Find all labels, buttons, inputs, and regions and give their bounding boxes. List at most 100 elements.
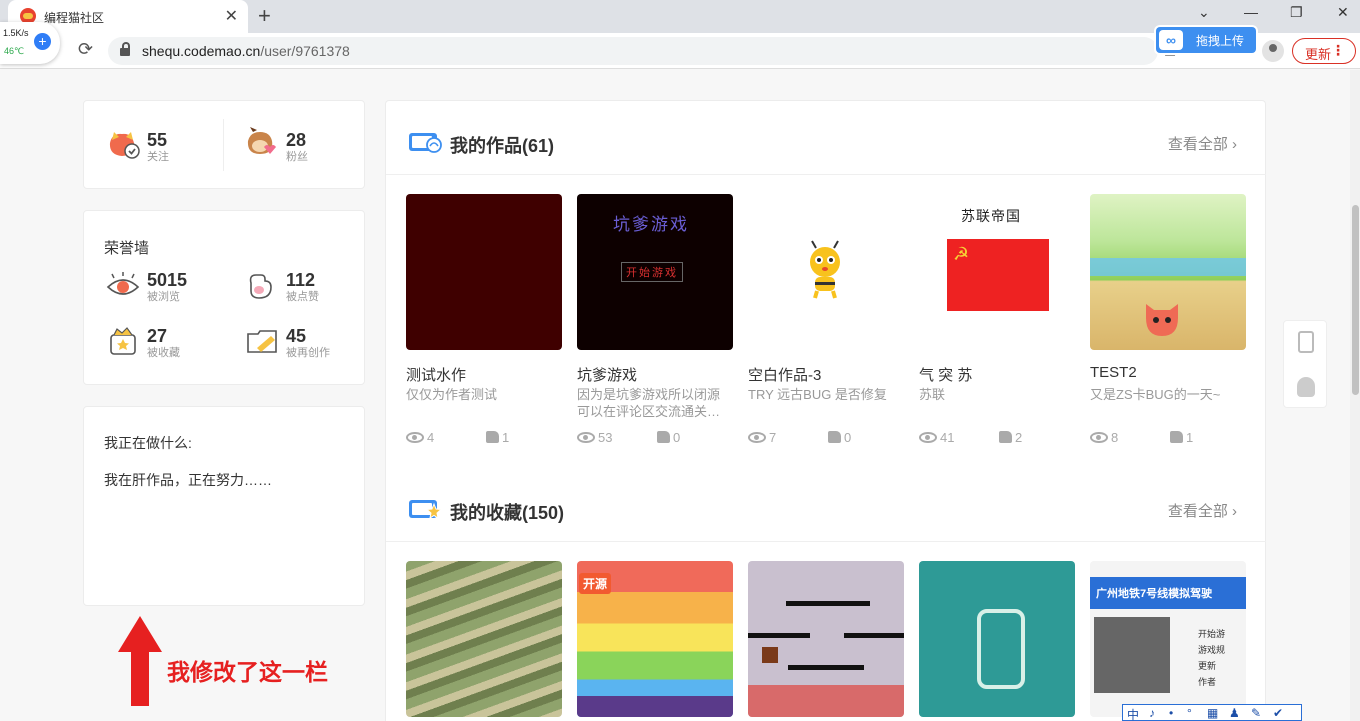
eye-icon <box>1090 432 1108 443</box>
works-section-title: 我的作品(61) <box>450 136 555 156</box>
lock-icon <box>120 42 130 56</box>
thumbs-up-icon <box>828 431 841 443</box>
work-card[interactable]: 空白作品-3 TRY 远古BUG 是否修复 7 0 <box>748 194 904 445</box>
accelerate-plus-icon[interactable]: + <box>34 33 51 50</box>
qq-penguin-icon[interactable] <box>1297 377 1315 397</box>
follow-cat-icon <box>109 132 140 159</box>
work-thumbnail[interactable] <box>406 194 562 350</box>
red-up-arrow-icon <box>118 616 162 706</box>
drag-upload-button[interactable]: ∞ 拖拽上传 <box>1156 27 1256 53</box>
work-title[interactable]: 空白作品-3 <box>748 364 821 385</box>
ime-toolbar[interactable]: 中 ♪ • ° ▦ ♟ ✎ ✔ <box>1122 704 1302 721</box>
works-view-all-link[interactable]: 查看全部 › <box>1168 133 1237 154</box>
favorites-section-title: 我的收藏(150) <box>450 503 565 523</box>
doing-text: 我在肝作品，正在努力…… <box>104 472 272 488</box>
doing-title: 我正在做什么: <box>104 435 192 451</box>
close-tab-icon[interactable]: ✕ <box>225 6 238 26</box>
thumbs-up-icon <box>1170 431 1183 443</box>
eye-icon <box>577 432 595 443</box>
views-eye-icon <box>106 272 140 295</box>
new-tab-button[interactable]: + <box>258 3 271 29</box>
thumbs-up-icon <box>999 431 1012 443</box>
work-card[interactable]: 苏联帝国 ☭ 气 突 苏 苏联 41 2 <box>919 194 1075 445</box>
favorite-thumbnail[interactable] <box>406 561 562 717</box>
annotation-text: 我修改了这一栏 <box>167 659 328 685</box>
work-desc: 因为是坑爹游戏所以闭源 可以在评论区交流通关… <box>577 387 721 419</box>
views-label: 被浏览 <box>147 291 180 303</box>
work-thumbnail[interactable] <box>748 194 904 350</box>
collect-box-icon <box>110 327 136 355</box>
cpu-temp: 46℃ <box>4 46 25 56</box>
work-desc: TRY 远古BUG 是否修复 <box>748 387 887 402</box>
url-text: shequ.codemao.cn/user/9761378 <box>142 43 350 59</box>
favorites-folder-icon <box>409 500 442 520</box>
likes-label: 被点赞 <box>286 291 319 303</box>
favorites-view-all-link[interactable]: 查看全部 › <box>1168 500 1237 521</box>
profile-avatar-icon[interactable] <box>1262 40 1284 62</box>
more-menu-icon: ⋮ <box>1331 42 1345 58</box>
address-bar[interactable]: shequ.codemao.cn/user/9761378 <box>108 37 1158 65</box>
work-card[interactable]: 测试水作 仅仅为作者测试 4 1 <box>406 194 562 445</box>
work-desc: 仅仅为作者测试 <box>406 387 498 402</box>
work-likes[interactable]: 1 <box>486 430 509 445</box>
work-title[interactable]: TEST2 <box>1090 364 1137 381</box>
bee-mascot-icon <box>810 240 840 299</box>
mobile-phone-icon[interactable] <box>1298 331 1314 353</box>
work-views: 53 <box>577 430 612 445</box>
hammer-sickle-icon: ☭ <box>953 244 970 264</box>
work-views: 7 <box>748 430 776 445</box>
work-views: 8 <box>1090 430 1118 445</box>
work-thumbnail[interactable]: 苏联帝国 ☭ <box>919 194 1075 350</box>
fans-label: 粉丝 <box>286 151 308 163</box>
work-thumbnail[interactable]: 坑爹游戏 开始游戏 <box>577 194 733 350</box>
works-header-divider <box>386 174 1266 175</box>
tab-title: 编程猫社区 <box>44 11 105 25</box>
tab-search-chevron-icon[interactable]: ⌄ <box>1198 4 1210 21</box>
works-folder-icon <box>409 133 442 153</box>
work-likes[interactable]: 2 <box>999 430 1022 445</box>
work-card[interactable]: TEST2 又是ZS卡BUG的一天~ 8 1 <box>1090 194 1246 445</box>
main-panel: 我的作品(61) 查看全部 › 测试水作 仅仅为作者测试 4 1 坑爹游戏 开始… <box>385 100 1266 721</box>
work-title[interactable]: 气 突 苏 <box>919 364 972 385</box>
work-desc: 苏联 <box>919 387 946 402</box>
work-title[interactable]: 测试水作 <box>406 364 466 385</box>
fans-dog-icon <box>247 127 276 154</box>
honor-wall-title: 荣誉墙 <box>104 240 150 257</box>
favorite-thumbnail[interactable]: 开源 <box>577 561 733 717</box>
favorite-thumbnail[interactable] <box>748 561 904 717</box>
honor-wall-card: 荣誉墙 5015 被浏览 112 被点赞 27 被收藏 45 被再创作 <box>83 210 365 385</box>
work-likes[interactable]: 0 <box>657 430 680 445</box>
thumbs-up-icon <box>657 431 670 443</box>
favorites-header-divider <box>386 541 1266 542</box>
cloud-upload-icon: ∞ <box>1159 30 1183 50</box>
recreate-label: 被再创作 <box>286 347 330 359</box>
collect-label: 被收藏 <box>147 347 180 359</box>
work-card[interactable]: 坑爹游戏 开始游戏 坑爹游戏 因为是坑爹游戏所以闭源 可以在评论区交流通关… 5… <box>577 194 733 445</box>
likes-paw-icon <box>249 274 272 299</box>
eye-icon <box>748 432 766 443</box>
network-monitor-widget[interactable]: 1.5K/s 46℃ + <box>0 22 60 64</box>
work-likes[interactable]: 0 <box>828 430 851 445</box>
page-scrollbar[interactable] <box>1350 70 1360 721</box>
eye-icon <box>919 432 937 443</box>
restore-button[interactable]: ❐ <box>1290 4 1303 21</box>
doing-card: 我正在做什么: 我在肝作品，正在努力…… <box>83 406 365 606</box>
work-likes[interactable]: 1 <box>1170 430 1193 445</box>
cat-mascot-icon <box>1146 304 1178 336</box>
work-views: 41 <box>919 430 954 445</box>
reload-icon[interactable]: ⟳ <box>78 39 93 60</box>
work-desc: 又是ZS卡BUG的一天~ <box>1090 387 1221 402</box>
favorite-thumbnail[interactable]: 广州地铁7号线模拟驾驶 开始游 游戏规 更新 作者 <box>1090 561 1246 717</box>
work-views: 4 <box>406 430 434 445</box>
update-button[interactable]: 更新 ⋮ <box>1292 38 1356 64</box>
stats-divider <box>223 119 224 171</box>
work-title[interactable]: 坑爹游戏 <box>577 364 637 385</box>
minimize-button[interactable]: — <box>1244 4 1258 20</box>
recreate-folder-icon <box>247 330 277 353</box>
work-thumbnail[interactable] <box>1090 194 1246 350</box>
eye-icon <box>406 432 424 443</box>
follow-stats-card: 55 关注 28 粉丝 <box>83 100 365 189</box>
close-window-button[interactable]: ✕ <box>1337 4 1349 21</box>
favorite-thumbnail[interactable] <box>919 561 1075 717</box>
scrollbar-thumb[interactable] <box>1352 205 1359 395</box>
